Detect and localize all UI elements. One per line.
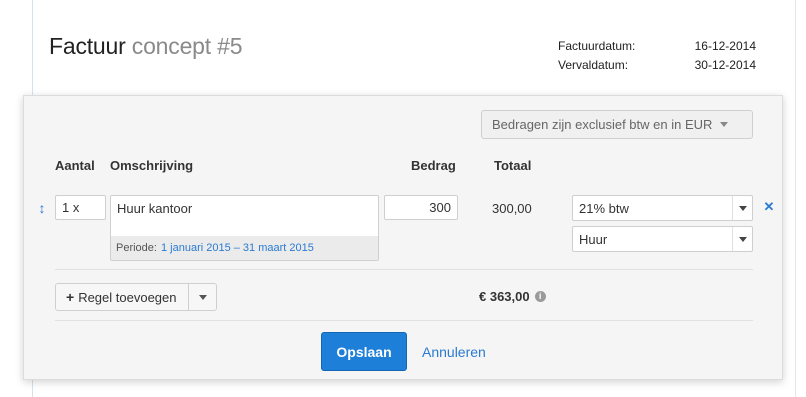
add-row-dropdown-button[interactable]: [188, 284, 216, 310]
chevron-down-icon: [720, 122, 729, 127]
header-bedrag: Bedrag: [411, 158, 456, 173]
ledger-select-arrow: [732, 227, 752, 251]
due-date-label: Vervaldatum:: [558, 57, 629, 72]
invoice-date-value: 16-12-2014: [694, 38, 756, 53]
invoice-title-concept: concept #5: [131, 33, 243, 59]
currency-vat-dropdown[interactable]: Bedragen zijn exclusief btw en in EUR: [481, 110, 753, 139]
drag-handle-icon[interactable]: ↕: [37, 199, 47, 217]
period-label: Periode:: [116, 242, 157, 254]
add-row-label: Regel toevoegen: [78, 289, 177, 305]
footer-divider: [55, 320, 753, 321]
invoice-date-label: Factuurdatum:: [558, 38, 636, 53]
invoice-lines-editor: Bedragen zijn exclusief btw en in EUR Aa…: [23, 95, 783, 380]
chevron-down-icon: [198, 294, 207, 300]
save-button[interactable]: Opslaan: [321, 332, 407, 371]
invoice-title-main: Factuur: [49, 33, 126, 59]
period-link[interactable]: 1 januari 2015 – 31 maart 2015: [161, 242, 314, 254]
description-field[interactable]: Huur kantoor Periode: 1 januari 2015 – 3…: [110, 195, 379, 261]
amount-input[interactable]: 300: [384, 195, 458, 220]
invoice-title: Factuur concept #5: [49, 33, 243, 60]
page-right-border: [795, 0, 796, 397]
plus-icon: +: [66, 289, 75, 305]
add-row-button[interactable]: + Regel toevoegen: [56, 284, 188, 310]
line-total: 300,00: [492, 201, 532, 216]
header-omschrijving: Omschrijving: [110, 158, 194, 173]
ledger-select-value: Huur: [579, 231, 608, 247]
period-bar: Periode: 1 januari 2015 – 31 maart 2015: [111, 236, 378, 260]
add-row-button-group: + Regel toevoegen: [55, 283, 217, 311]
info-icon[interactable]: i: [534, 291, 546, 302]
header-totaal: Totaal: [494, 158, 532, 173]
header-aantal: Aantal: [55, 158, 95, 173]
grand-total-value: € 363,00: [479, 289, 530, 304]
description-text: Huur kantoor: [117, 201, 193, 216]
invoice-dates: Factuurdatum: 16-12-2014 Vervaldatum: 30…: [558, 36, 756, 74]
chevron-down-icon: [738, 236, 747, 242]
grand-total: € 363,00 i: [479, 289, 546, 304]
vat-select-value: 21% btw: [579, 200, 629, 216]
invoice-date-row: Factuurdatum: 16-12-2014: [558, 36, 756, 55]
vat-select[interactable]: 21% btw: [572, 195, 753, 221]
chevron-down-icon: [738, 205, 747, 211]
cancel-link[interactable]: Annuleren: [422, 344, 486, 360]
due-date-value: 30-12-2014: [694, 57, 756, 72]
quantity-input[interactable]: 1 x: [55, 195, 106, 220]
row-divider: [55, 269, 753, 270]
currency-vat-label: Bedragen zijn exclusief btw en in EUR: [492, 117, 713, 132]
ledger-select[interactable]: Huur: [572, 226, 753, 252]
remove-icon[interactable]: ✕: [763, 200, 775, 214]
due-date-row: Vervaldatum: 30-12-2014: [558, 55, 756, 74]
vat-select-arrow: [732, 196, 752, 220]
